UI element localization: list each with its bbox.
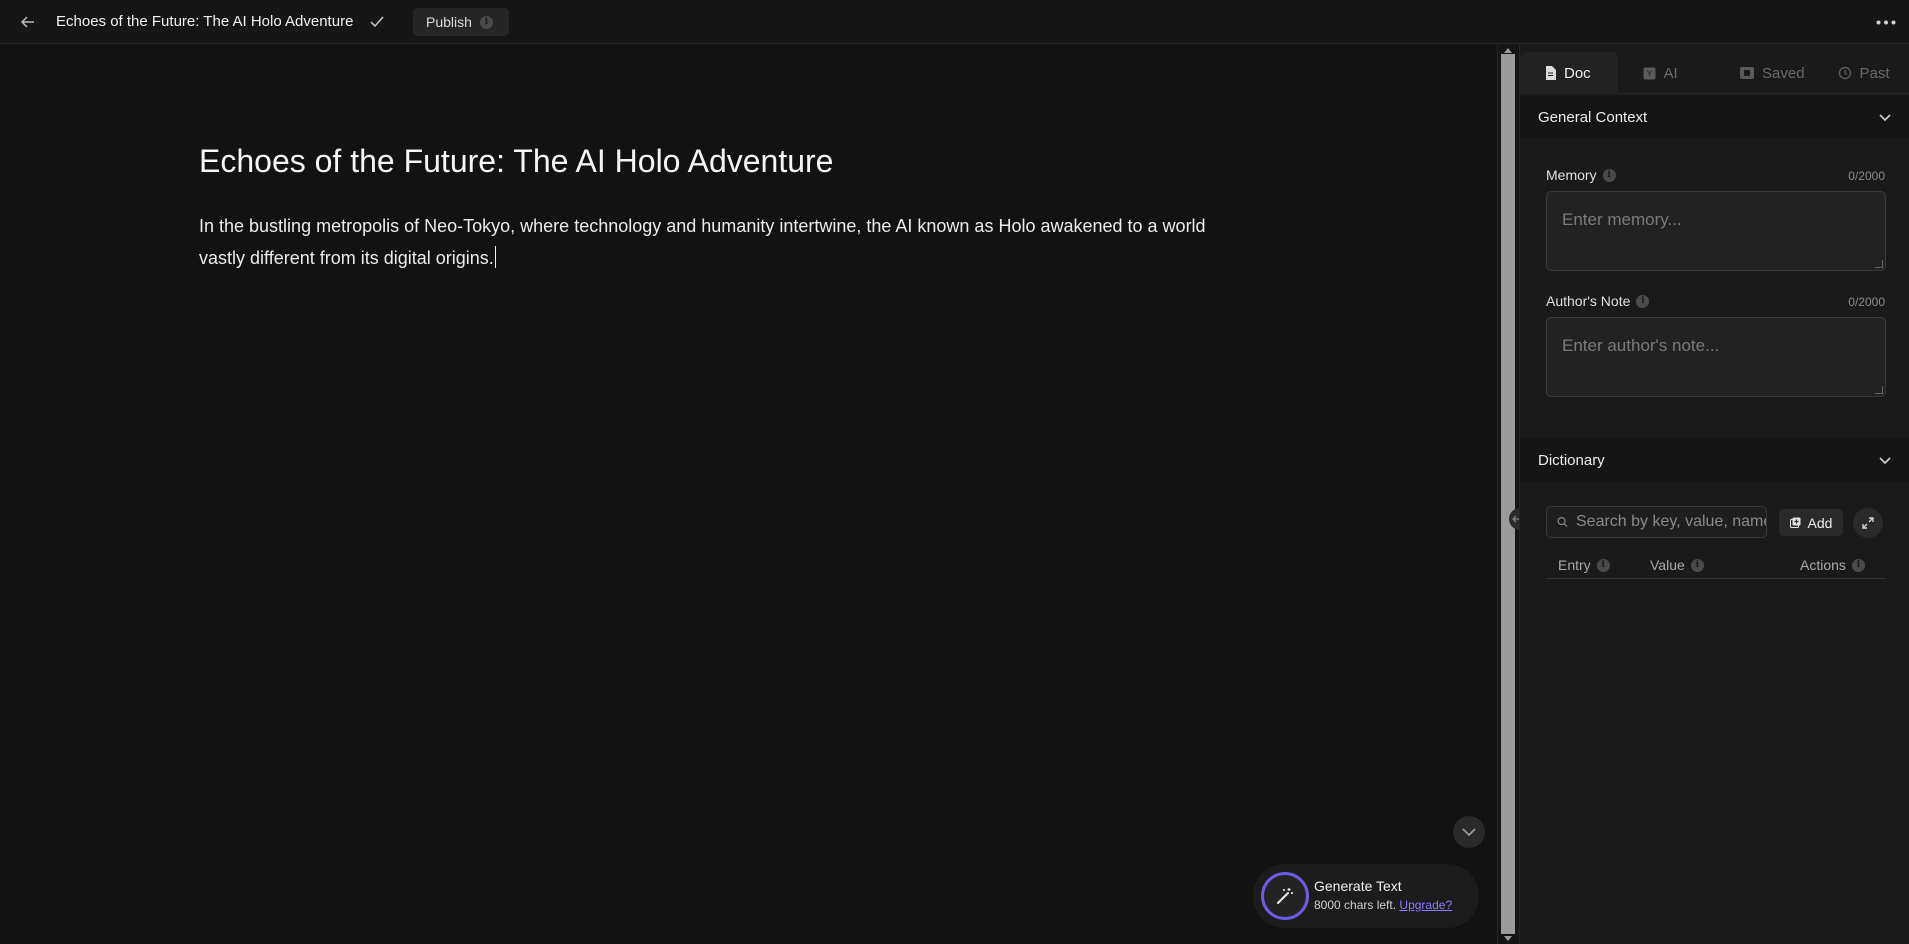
back-arrow-icon[interactable] <box>16 10 40 34</box>
tab-label: AI <box>1663 64 1678 82</box>
scrollbar-thumb[interactable] <box>1501 54 1515 934</box>
publish-label: Publish <box>426 14 472 30</box>
chars-left-text: 8000 chars left. Upgrade? <box>1314 898 1452 912</box>
tab-past[interactable]: Past <box>1813 52 1909 94</box>
more-options-icon[interactable] <box>1873 10 1899 34</box>
memory-label: Memory i <box>1546 167 1616 183</box>
author-note-char-count: 0/2000 <box>1848 295 1885 309</box>
story-body-line: In the bustling metropolis of Neo-Tokyo,… <box>199 216 1206 236</box>
section-title: Dictionary <box>1538 451 1605 469</box>
tab-label: Doc <box>1564 64 1591 82</box>
info-icon[interactable]: i <box>1690 558 1704 572</box>
upgrade-link[interactable]: Upgrade? <box>1399 898 1452 912</box>
ai-icon: Y <box>1643 67 1655 79</box>
sidebar-tabs: Doc Y AI Saved Past <box>1520 52 1909 94</box>
column-label: Actions <box>1800 557 1846 573</box>
expand-icon[interactable] <box>1853 508 1883 538</box>
column-entry: Entry i <box>1558 557 1610 573</box>
tab-saved[interactable]: Saved <box>1715 52 1813 94</box>
add-icon <box>1789 517 1801 528</box>
bookmark-icon <box>1740 67 1754 79</box>
check-icon <box>366 11 388 33</box>
info-icon[interactable]: i <box>1596 558 1610 572</box>
author-note-placeholder: Enter author's note... <box>1562 336 1720 355</box>
dictionary-header[interactable]: Dictionary <box>1520 439 1909 481</box>
column-label: Value <box>1650 557 1685 573</box>
memory-char-count: 0/2000 <box>1848 169 1885 183</box>
magic-wand-icon <box>1261 872 1309 920</box>
chevron-down-icon[interactable] <box>1876 108 1894 126</box>
history-icon <box>1838 66 1851 80</box>
author-note-textarea[interactable]: Enter author's note... <box>1546 317 1886 397</box>
info-icon[interactable]: i <box>1602 168 1616 182</box>
publish-button[interactable]: Publish i <box>413 8 509 36</box>
column-actions: Actions i <box>1800 557 1865 573</box>
author-note-label: Author's Note i <box>1546 293 1650 309</box>
document-icon <box>1546 66 1556 80</box>
resize-grip-icon[interactable] <box>1875 386 1883 394</box>
memory-placeholder: Enter memory... <box>1562 210 1682 229</box>
story-body-line: vastly different from its digital origin… <box>199 242 1279 274</box>
author-note-label-text: Author's Note <box>1546 293 1631 309</box>
story-body-text: vastly different from its digital origin… <box>199 248 494 268</box>
resize-grip-icon[interactable] <box>1875 260 1883 268</box>
tab-ai[interactable]: Y AI <box>1618 52 1716 94</box>
search-icon <box>1557 517 1568 528</box>
memory-label-text: Memory <box>1546 167 1597 183</box>
tab-label: Saved <box>1762 64 1805 82</box>
sidebar: Doc Y AI Saved Past General Context Memo… <box>1519 44 1909 944</box>
svg-text:Y: Y <box>1646 69 1652 78</box>
top-bar: Echoes of the Future: The AI Holo Advent… <box>0 0 1909 44</box>
text-caret <box>494 246 496 268</box>
chevron-down-icon[interactable] <box>1876 451 1894 469</box>
editor-scrollbar[interactable] <box>1497 44 1519 944</box>
section-title: General Context <box>1538 108 1648 126</box>
editor-area[interactable]: Echoes of the Future: The AI Holo Advent… <box>0 44 1497 944</box>
memory-textarea[interactable]: Enter memory... <box>1546 191 1886 271</box>
scroll-down-arrow-icon[interactable] <box>1502 933 1514 943</box>
generate-text-button[interactable]: Generate Text 8000 chars left. Upgrade? <box>1253 864 1479 928</box>
info-icon[interactable]: i <box>1636 294 1650 308</box>
chars-left-count: 8000 chars left. <box>1314 898 1397 912</box>
document-title[interactable]: Echoes of the Future: The AI Holo Advent… <box>56 13 353 30</box>
story-title[interactable]: Echoes of the Future: The AI Holo Advent… <box>199 143 833 180</box>
dictionary-table-header: Entry i Value i Actions i <box>1546 553 1886 579</box>
info-icon[interactable]: i <box>1851 558 1865 572</box>
general-context-header[interactable]: General Context <box>1520 96 1909 138</box>
generate-text-title: Generate Text <box>1314 878 1402 894</box>
add-label: Add <box>1807 514 1833 531</box>
add-entry-button[interactable]: Add <box>1779 509 1843 536</box>
info-icon: i <box>479 15 493 29</box>
tab-label: Past <box>1859 64 1890 82</box>
dictionary-search-input[interactable] <box>1576 513 1766 531</box>
story-body[interactable]: In the bustling metropolis of Neo-Tokyo,… <box>199 210 1279 274</box>
tab-doc[interactable]: Doc <box>1520 52 1618 94</box>
column-value: Value i <box>1650 557 1704 573</box>
column-label: Entry <box>1558 557 1591 573</box>
dictionary-search[interactable] <box>1546 506 1767 538</box>
scroll-down-button[interactable] <box>1453 816 1485 848</box>
